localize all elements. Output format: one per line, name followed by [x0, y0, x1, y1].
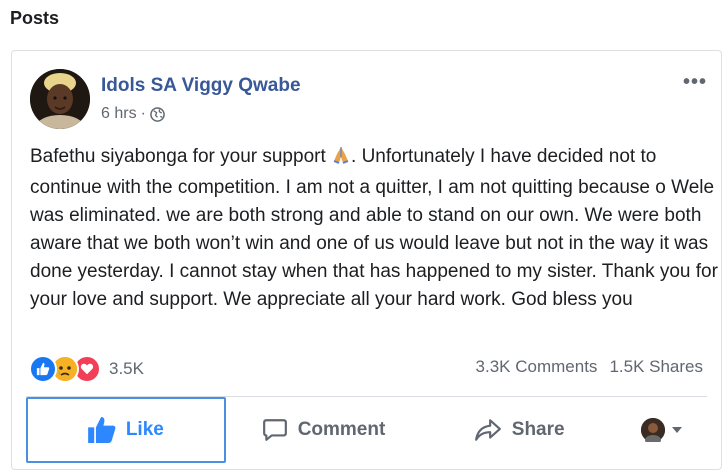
- action-bar: Like Comment Share: [26, 397, 707, 463]
- share-button[interactable]: Share: [421, 397, 617, 463]
- post-text-part-1: Bafethu siyabonga for your support: [30, 146, 332, 167]
- profile-avatar: [641, 418, 666, 445]
- comment-button[interactable]: Comment: [226, 397, 422, 463]
- section-title: Posts: [10, 8, 60, 28]
- comment-icon: [262, 417, 288, 443]
- like-label: Like: [125, 419, 164, 440]
- more-options-icon[interactable]: •••: [683, 71, 707, 94]
- like-button[interactable]: Like: [26, 397, 226, 463]
- post-stats: 3.3K Comments 1.5K Shares: [476, 357, 703, 377]
- avatar[interactable]: [30, 69, 90, 129]
- post-card: Idols SA Viggy Qwabe 6 hrs · ••• Bafethu…: [11, 50, 722, 470]
- share-label: Share: [511, 419, 565, 440]
- reaction-count[interactable]: 3.5K: [109, 359, 144, 379]
- reactions-summary[interactable]: 3.5K: [29, 355, 144, 383]
- praying-hands-icon: [331, 145, 351, 174]
- post-meta: 6 hrs ·: [101, 105, 165, 123]
- author-name[interactable]: Idols SA Viggy Qwabe: [101, 75, 301, 97]
- shares-count[interactable]: 1.5K Shares: [609, 357, 703, 377]
- thumbs-up-icon: [87, 417, 116, 443]
- post-text: Bafethu siyabonga for your support . Unf…: [30, 143, 720, 314]
- post-time[interactable]: 6 hrs: [101, 105, 137, 123]
- identity-switcher[interactable]: [617, 397, 707, 463]
- chevron-down-icon: [671, 426, 683, 434]
- meta-separator: ·: [140, 105, 146, 122]
- share-icon: [474, 418, 502, 442]
- like-icon: [29, 355, 57, 383]
- avatar-image: [30, 69, 90, 129]
- comment-label: Comment: [297, 419, 386, 440]
- globe-icon[interactable]: [150, 106, 165, 122]
- post-text-part-2: . Unfortunately I have decided not to co…: [30, 146, 718, 310]
- comments-count[interactable]: 3.3K Comments: [476, 357, 598, 377]
